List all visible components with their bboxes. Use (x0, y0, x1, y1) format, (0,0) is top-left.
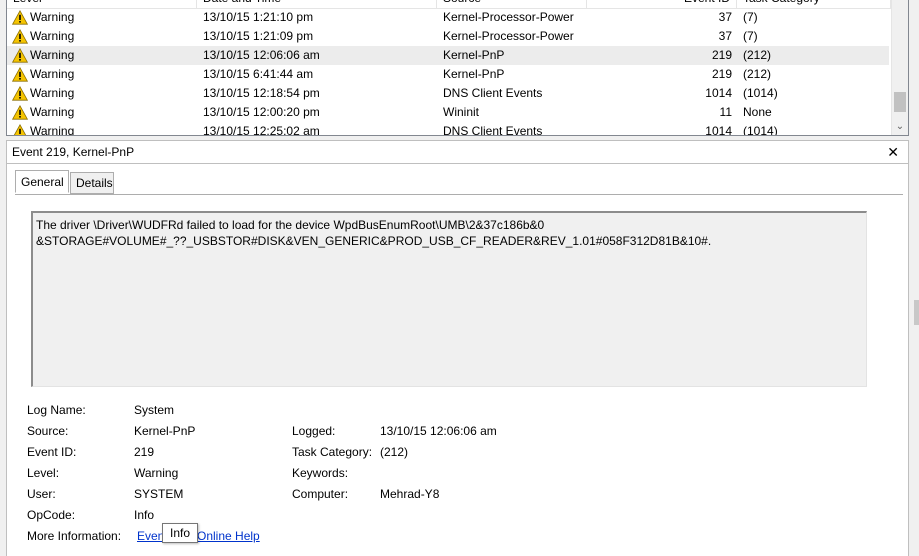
keywords-label: Keywords: (292, 466, 349, 480)
row-level: Warning (30, 67, 75, 81)
event-list[interactable]: Level Date and Time Source Event ID Task… (6, 0, 909, 136)
table-row[interactable]: Warning 13/10/15 1:21:09 pm Kernel-Process… (7, 27, 889, 46)
computer-label: Computer: (292, 487, 349, 501)
task-category-label: Task Category: (292, 445, 373, 459)
table-row[interactable]: Warning 13/10/15 12:18:54 pm DNS Client Ev… (7, 84, 889, 103)
detail-title: Event 219, Kernel-PnP (12, 145, 135, 159)
logged-label: Logged: (292, 424, 336, 438)
source-label: Source: (27, 424, 69, 438)
row-date-time: 13/10/15 6:41:44 am (203, 67, 314, 81)
tab-details[interactable]: Details (70, 172, 114, 194)
row-date-time: 13/10/15 12:18:54 pm (203, 86, 320, 100)
warning-icon (11, 66, 29, 82)
row-date-time: 13/10/15 1:21:09 pm (203, 29, 314, 43)
row-level: Warning (30, 124, 75, 136)
tab-general[interactable]: General (15, 170, 69, 193)
scroll-down-icon[interactable]: ⌄ (892, 119, 908, 135)
warning-icon (11, 85, 29, 101)
row-source: DNS Client Events (443, 124, 543, 136)
outer-scrollbar-thumb[interactable] (914, 300, 919, 325)
row-level: Warning (30, 105, 75, 119)
opcode-value: Info (134, 508, 155, 522)
row-source: DNS Client Events (443, 86, 543, 100)
row-source: Kernel-PnP (443, 67, 505, 81)
row-event-id: 37 (718, 10, 732, 24)
user-label: User: (27, 487, 56, 501)
row-date-time: 13/10/15 12:00:20 pm (203, 105, 320, 119)
row-source: Kernel-Processor-Power (443, 10, 574, 24)
event-message[interactable]: The driver \Driver\WUDFRd failed to load… (31, 211, 867, 387)
row-date-time: 13/10/15 1:21:10 pm (203, 10, 314, 24)
row-task-category: None (743, 105, 772, 119)
row-date-time: 13/10/15 12:25:02 am (203, 124, 320, 136)
user-value: SYSTEM (134, 487, 184, 501)
warning-icon (11, 47, 29, 63)
scrollbar-thumb[interactable] (894, 92, 906, 112)
logged-value: 13/10/15 12:06:06 am (380, 424, 497, 438)
message-line-1: The driver \Driver\WUDFRd failed to load… (36, 218, 545, 232)
row-source: Wininit (443, 105, 480, 119)
table-row[interactable]: Warning 13/10/15 12:00:20 pm Wininit 11 None (7, 103, 889, 122)
row-task-category: (1014) (743, 86, 778, 100)
level-label: Level: (27, 466, 60, 480)
row-level: Warning (30, 29, 75, 43)
warning-icon (11, 28, 29, 44)
row-task-category: (212) (743, 48, 772, 62)
task-category-value: (212) (380, 445, 409, 459)
list-vertical-scrollbar[interactable]: ⌄ (891, 0, 908, 135)
row-task-category: (1014) (743, 124, 778, 136)
log-name-label: Log Name: (27, 403, 86, 417)
source-value: Kernel-PnP (134, 424, 196, 438)
row-task-category: (212) (743, 67, 772, 81)
warning-icon (11, 104, 29, 120)
row-event-id: 1014 (705, 86, 732, 100)
more-information-label: More Information: (27, 529, 122, 543)
close-icon[interactable]: ✕ (887, 143, 899, 161)
table-row[interactable]: Warning 13/10/15 1:21:10 pm Kernel-Process… (7, 8, 889, 27)
event-id-value: 219 (134, 445, 155, 459)
warning-icon (12, 123, 28, 135)
row-level: Warning (30, 48, 75, 62)
row-level: Warning (30, 86, 75, 100)
row-event-id: 1014 (705, 124, 732, 136)
table-row[interactable]: Warning 13/10/15 12:25:02 am DNS Client Ev… (7, 122, 889, 136)
log-name-value: System (134, 403, 175, 417)
row-level: Warning (30, 10, 75, 24)
opcode-label: OpCode: (27, 508, 76, 522)
warning-icon (11, 9, 29, 25)
row-task-category: (7) (743, 10, 758, 24)
level-value: Warning (134, 466, 179, 480)
row-task-category: (7) (743, 29, 758, 43)
message-line-2: &STORAGE#VOLUME#_??_USBSTOR#DISK&VEN_GEN… (36, 234, 712, 248)
row-date-time: 13/10/15 12:06:06 am (203, 48, 320, 62)
detail-header: Event 219, Kernel-PnP ✕ (6, 140, 909, 164)
computer-value: Mehrad-Y8 (380, 487, 440, 501)
tooltip: Info (162, 523, 198, 543)
row-event-id: 219 (711, 48, 732, 62)
table-row[interactable]: Warning 13/10/15 6:41:44 am Kernel-PnP 219 (… (7, 65, 889, 84)
row-event-id: 11 (719, 105, 732, 119)
row-event-id: 219 (711, 67, 732, 81)
row-event-id: 37 (718, 29, 732, 43)
online-help-link[interactable]: Online Help (197, 529, 260, 543)
row-source: Kernel-Processor-Power (443, 29, 574, 43)
event-id-label: Event ID: (27, 445, 77, 459)
table-row[interactable]: Warning 13/10/15 12:06:06 am Kernel-PnP 219… (7, 46, 889, 65)
row-source: Kernel-PnP (443, 48, 505, 62)
